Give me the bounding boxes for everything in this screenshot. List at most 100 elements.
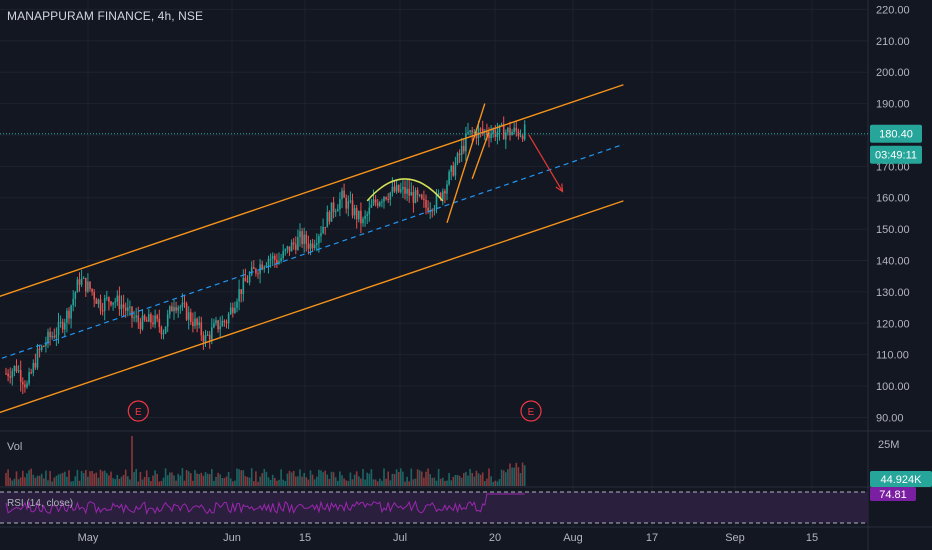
candle-body xyxy=(131,306,133,318)
candle-body xyxy=(454,163,457,176)
candle-body xyxy=(444,191,446,194)
candle-body xyxy=(13,366,16,372)
volume-bar xyxy=(76,469,79,486)
volume-bar xyxy=(376,481,379,486)
candle-body xyxy=(49,331,51,338)
volume-bar xyxy=(383,468,385,486)
volume-bar xyxy=(232,481,234,486)
volume-bar xyxy=(169,472,171,486)
candle-body xyxy=(244,277,247,282)
candle-body xyxy=(309,243,312,249)
candle-body xyxy=(395,185,398,192)
price-tick-label: 140.00 xyxy=(876,256,910,268)
candle-body xyxy=(85,277,87,292)
volume-bar xyxy=(257,481,259,486)
candle-body xyxy=(139,321,142,330)
candle-body xyxy=(227,314,230,324)
volume-bar xyxy=(40,473,43,486)
volume-bar xyxy=(358,476,360,486)
candle-body xyxy=(181,302,184,308)
candle-body xyxy=(450,165,452,172)
candle-body xyxy=(324,226,326,228)
volume-bar xyxy=(61,472,64,486)
candle-body xyxy=(179,307,182,309)
volume-bar xyxy=(444,481,446,486)
volume-bar xyxy=(267,477,270,486)
candle-body xyxy=(148,314,150,322)
volume-bar xyxy=(156,473,158,486)
candle-body xyxy=(28,372,30,384)
volume-bar xyxy=(513,467,515,486)
volume-bar xyxy=(486,478,488,486)
candle-body xyxy=(521,135,524,140)
volume-bar xyxy=(412,479,415,486)
candle-body xyxy=(129,306,131,308)
volume-bar xyxy=(127,476,129,486)
candle-body xyxy=(301,231,303,245)
volume-bar xyxy=(429,474,431,486)
candle-body xyxy=(421,194,423,199)
candle-body xyxy=(192,321,194,327)
candle-body xyxy=(412,191,415,203)
candle-body xyxy=(137,315,140,322)
volume-bar xyxy=(271,474,274,486)
volume-bar xyxy=(362,468,364,486)
candle-body xyxy=(194,318,196,327)
volume-bar xyxy=(78,480,81,486)
candle-body xyxy=(24,384,26,388)
volume-bar xyxy=(5,472,7,486)
candle-body xyxy=(133,317,135,319)
price-chart[interactable]: EE220.00210.00200.00190.00180.00170.0016… xyxy=(0,0,932,550)
volume-bar xyxy=(387,471,389,486)
time-tick-label: Sep xyxy=(725,532,745,544)
volume-bar xyxy=(11,480,14,486)
candle-body xyxy=(496,132,499,137)
volume-bar xyxy=(227,471,230,486)
rsi-band-background xyxy=(0,492,868,523)
candle-body xyxy=(513,127,515,133)
candle-body xyxy=(284,249,287,252)
volume-bar xyxy=(343,478,345,486)
volume-bar xyxy=(307,479,310,486)
candle-body xyxy=(87,281,89,292)
volume-bar xyxy=(448,472,450,486)
candle-body xyxy=(370,204,373,208)
candle-body xyxy=(250,267,253,275)
volume-bar xyxy=(87,476,89,486)
volume-bar xyxy=(467,475,469,486)
volume-bar xyxy=(500,469,503,486)
volume-bar xyxy=(332,472,335,486)
candle-body xyxy=(379,202,381,206)
candle-body xyxy=(17,370,20,372)
candle-body xyxy=(143,315,146,320)
volume-bar xyxy=(49,471,51,486)
candle-body xyxy=(423,198,425,200)
volume-bar xyxy=(437,468,440,486)
candle-body xyxy=(383,197,385,202)
volume-bar xyxy=(204,472,207,486)
candle-body xyxy=(99,299,102,311)
candle-body xyxy=(387,199,389,201)
candle-body xyxy=(154,315,156,325)
candle-body xyxy=(97,299,100,304)
volume-bar xyxy=(395,469,398,486)
volume-bar xyxy=(95,472,98,486)
volume-bar xyxy=(213,480,215,486)
volume-bar xyxy=(177,473,179,486)
volume-bar xyxy=(47,480,49,486)
volume-bar xyxy=(118,478,121,486)
candle-body xyxy=(385,197,387,200)
candle-body xyxy=(362,218,364,224)
price-tick-label: 110.00 xyxy=(876,350,909,362)
volume-bar xyxy=(372,479,375,486)
volume-bar xyxy=(318,469,320,486)
candle-body xyxy=(57,322,60,336)
candle-body xyxy=(217,320,219,330)
volume-bar xyxy=(221,478,224,486)
candle-body xyxy=(269,258,272,260)
volume-bar xyxy=(355,471,358,486)
candle-body xyxy=(246,281,249,283)
candle-body xyxy=(26,383,28,388)
volume-bar xyxy=(97,477,100,486)
candle-body xyxy=(89,281,91,289)
